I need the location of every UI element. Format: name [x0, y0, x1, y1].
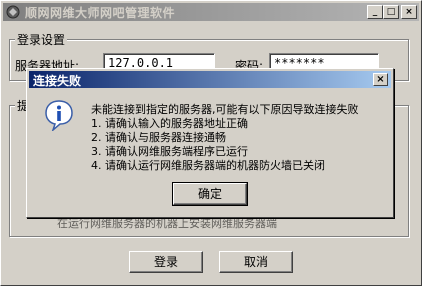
login-settings-label: 登录设置 [15, 31, 68, 48]
maximize-button[interactable]: □ [383, 5, 399, 19]
ok-button[interactable]: 确定 [172, 182, 248, 206]
minimize-button[interactable]: _ [367, 5, 383, 19]
dialog-message-line: 4. 请确认运行网维服务器端的机器防火墙已关闭 [91, 159, 325, 172]
info-icon [45, 100, 73, 131]
close-button[interactable]: × [401, 5, 417, 19]
window-title: 顺网网维大师网吧管理软件 [25, 6, 176, 20]
connection-failed-dialog: 连接失败 × 未能连接到指定的服务器,可能有以下原因导致连接失败 1. 请确认输… [26, 68, 394, 218]
dialog-close-button[interactable]: × [373, 73, 388, 86]
dialog-title: 连接失败 [33, 74, 82, 88]
cancel-button[interactable]: 取消 [219, 251, 293, 273]
main-titlebar[interactable]: 顺网网维大师网吧管理软件 _ □ × [3, 3, 419, 21]
dialog-titlebar[interactable]: 连接失败 × [29, 71, 391, 88]
login-button[interactable]: 登录 [129, 251, 203, 273]
app-icon [6, 5, 20, 19]
